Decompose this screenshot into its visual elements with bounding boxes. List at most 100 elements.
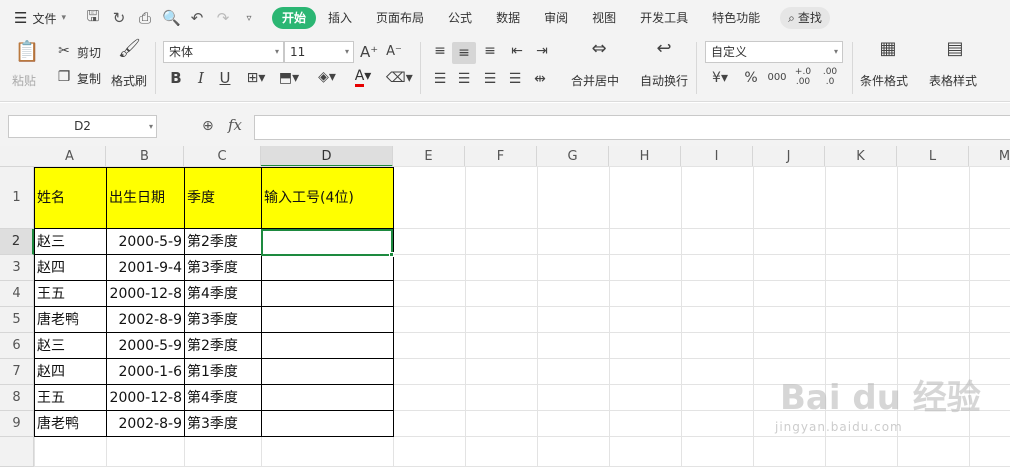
font-name-select[interactable]: 宋体 ▾ xyxy=(163,41,284,63)
cell-c2[interactable]: 第2季度 xyxy=(184,229,261,255)
increase-decimal-icon[interactable]: +.0.00 xyxy=(793,67,813,87)
cell-d6[interactable] xyxy=(261,333,393,359)
cell-b9[interactable]: 2002-8-9 xyxy=(106,411,184,437)
print-preview-icon[interactable]: 🔍 xyxy=(162,9,181,27)
align-left-icon[interactable]: ☰ xyxy=(432,70,448,88)
cell-c9[interactable]: 第3季度 xyxy=(184,411,261,437)
tab-view[interactable]: 视图 xyxy=(580,7,628,29)
clear-format-icon[interactable]: ⌫▾ xyxy=(386,69,413,87)
cell-c4[interactable]: 第4季度 xyxy=(184,281,261,307)
row-header-9[interactable]: 9 xyxy=(0,411,34,437)
cell-a8[interactable]: 王五 xyxy=(34,385,106,411)
zoom-icon[interactable]: ⊕ xyxy=(202,118,214,134)
cell-d7[interactable] xyxy=(261,359,393,385)
tab-review[interactable]: 审阅 xyxy=(532,7,580,29)
border-icon[interactable]: ⊞▾ xyxy=(243,69,269,87)
cell-d8[interactable] xyxy=(261,385,393,411)
active-cell-d2[interactable] xyxy=(261,229,393,256)
customize-chevron-icon[interactable]: ▿ xyxy=(240,13,258,24)
decrease-indent-icon[interactable]: ⇤ xyxy=(508,42,526,60)
cell-d4[interactable] xyxy=(261,281,393,307)
cell-c6[interactable]: 第2季度 xyxy=(184,333,261,359)
column-header-l[interactable]: L xyxy=(897,146,969,167)
tab-developer[interactable]: 开发工具 xyxy=(628,7,700,29)
thousands-separator-icon[interactable]: 000 xyxy=(766,69,788,87)
search-button[interactable]: ⌕ 查找 xyxy=(780,7,830,29)
decrease-font-icon[interactable]: A⁻ xyxy=(385,43,403,61)
underline-icon[interactable]: U xyxy=(217,69,233,87)
align-right-icon[interactable]: ☰ xyxy=(482,70,498,88)
format-painter-button[interactable]: 格式刷 xyxy=(111,72,147,89)
font-size-select[interactable]: 11 ▾ xyxy=(284,41,354,63)
column-header-c[interactable]: C xyxy=(184,146,261,167)
header-cell-a1[interactable]: 姓名 xyxy=(34,167,106,229)
row-header-7[interactable]: 7 xyxy=(0,359,34,385)
undo-icon[interactable]: ↶ xyxy=(188,9,206,27)
cell-a7[interactable]: 赵四 xyxy=(34,359,106,385)
row-header-1[interactable]: 1 xyxy=(0,167,34,229)
justify-icon[interactable]: ☰ xyxy=(507,70,523,88)
cell-a4[interactable]: 王五 xyxy=(34,281,106,307)
column-header-m[interactable]: M xyxy=(969,146,1010,167)
percent-icon[interactable]: % xyxy=(742,69,760,87)
conditional-format-button[interactable]: 条件格式 xyxy=(860,72,908,89)
header-cell-d1[interactable]: 输入工号(4位) xyxy=(261,167,393,229)
increase-indent-icon[interactable]: ⇥ xyxy=(533,42,551,60)
save-icon[interactable]: 🖫 xyxy=(84,6,102,31)
fill-pattern-icon[interactable]: ⬒▾ xyxy=(276,69,302,87)
cell-b5[interactable]: 2002-8-9 xyxy=(106,307,184,333)
file-menu[interactable]: ☰ 文件 ▾ xyxy=(14,9,66,27)
cell-d9[interactable] xyxy=(261,411,393,437)
print-icon[interactable]: ⎙ xyxy=(136,9,154,27)
align-middle-icon[interactable]: ≡ xyxy=(456,44,472,62)
row-header-10[interactable] xyxy=(0,437,34,467)
distributed-icon[interactable]: ⇹ xyxy=(531,70,549,88)
wrap-text-button[interactable]: 自动换行 xyxy=(640,72,688,89)
copy-button[interactable]: 复制 xyxy=(77,70,101,87)
bold-icon[interactable]: B xyxy=(168,69,184,87)
column-header-b[interactable]: B xyxy=(106,146,184,167)
cell-b2[interactable]: 2000-5-9 xyxy=(106,229,184,255)
number-format-select[interactable]: 自定义 ▾ xyxy=(705,41,843,63)
merge-center-button[interactable]: 合并居中 xyxy=(571,72,619,89)
column-header-a[interactable]: A xyxy=(34,146,106,167)
row-header-5[interactable]: 5 xyxy=(0,307,34,333)
cell-c3[interactable]: 第3季度 xyxy=(184,255,261,281)
row-header-4[interactable]: 4 xyxy=(0,281,34,307)
align-bottom-icon[interactable]: ≡ xyxy=(482,42,498,60)
fx-icon[interactable]: fx xyxy=(228,116,242,134)
row-header-8[interactable]: 8 xyxy=(0,385,34,411)
italic-icon[interactable]: I xyxy=(193,69,209,87)
cell-a5[interactable]: 唐老鸭 xyxy=(34,307,106,333)
paste-button[interactable]: 粘贴 xyxy=(12,72,36,89)
cell-a3[interactable]: 赵四 xyxy=(34,255,106,281)
redo-icon[interactable]: ↷ xyxy=(214,9,232,27)
cell-a6[interactable]: 赵三 xyxy=(34,333,106,359)
cell-a2[interactable]: 赵三 xyxy=(34,229,106,255)
align-top-icon[interactable]: ≡ xyxy=(432,42,448,60)
row-header-3[interactable]: 3 xyxy=(0,255,34,281)
column-header-f[interactable]: F xyxy=(465,146,537,167)
row-header-2[interactable]: 2 xyxy=(0,229,34,255)
paste-icon[interactable]: 📋 xyxy=(14,41,40,61)
row-header-6[interactable]: 6 xyxy=(0,333,34,359)
column-header-g[interactable]: G xyxy=(537,146,609,167)
cell-a9[interactable]: 唐老鸭 xyxy=(34,411,106,437)
header-cell-c1[interactable]: 季度 xyxy=(184,167,261,229)
currency-icon[interactable]: ¥▾ xyxy=(709,69,731,87)
tab-special-features[interactable]: 特色功能 xyxy=(700,7,772,29)
cell-b3[interactable]: 2001-9-4 xyxy=(106,255,184,281)
tab-home[interactable]: 开始 xyxy=(272,7,317,29)
fill-handle[interactable] xyxy=(389,252,394,257)
font-color-icon[interactable]: A▾ xyxy=(350,67,376,87)
cell-b8[interactable]: 2000-12-8 xyxy=(106,385,184,411)
tab-page-layout[interactable]: 页面布局 xyxy=(364,7,436,29)
fill-color-icon[interactable]: ◈▾ xyxy=(314,68,340,86)
autosave-icon[interactable]: ↻ xyxy=(110,9,128,27)
header-cell-b1[interactable]: 出生日期 xyxy=(106,167,184,229)
tab-formulas[interactable]: 公式 xyxy=(436,7,484,29)
cell-c7[interactable]: 第1季度 xyxy=(184,359,261,385)
cell-c5[interactable]: 第3季度 xyxy=(184,307,261,333)
column-header-h[interactable]: H xyxy=(609,146,681,167)
formula-input[interactable] xyxy=(254,115,1010,140)
